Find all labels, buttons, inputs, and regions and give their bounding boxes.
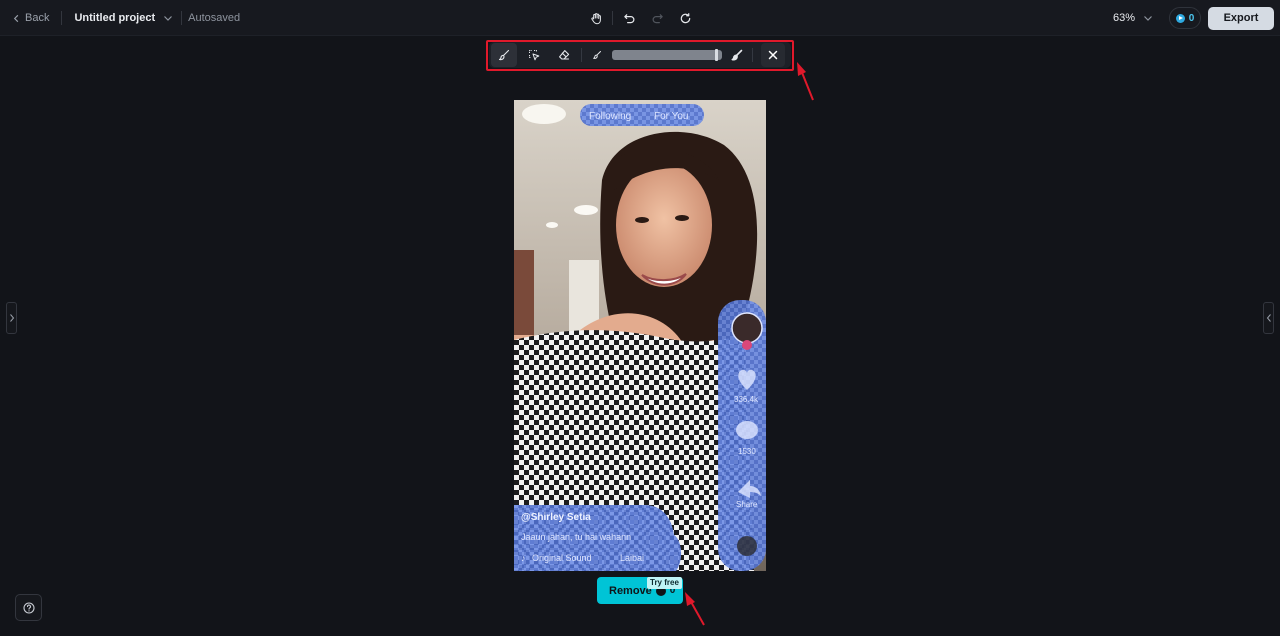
brush-toolbar: [489, 42, 791, 68]
brush-size-slider[interactable]: [612, 49, 722, 61]
brush-icon: [498, 49, 510, 61]
hand-tool-button[interactable]: [586, 8, 606, 28]
chevron-left-icon: [1266, 314, 1271, 322]
credits-badge[interactable]: 0: [1169, 7, 1201, 29]
close-brush-toolbar-button[interactable]: [761, 43, 785, 67]
face: [616, 163, 712, 287]
overlay-tab-following: Following: [589, 111, 631, 122]
overlay-sound-artist: Laibai: [620, 553, 644, 563]
export-button[interactable]: Export: [1208, 6, 1274, 30]
brush-large-icon: [731, 49, 743, 61]
chevron-down-icon: [1144, 16, 1152, 21]
annotation-arrow: [797, 62, 814, 101]
eraser-icon: [559, 50, 570, 60]
question-icon: [22, 601, 35, 614]
brush-tool-button[interactable]: [491, 43, 517, 67]
follow-plus-icon: [742, 340, 752, 350]
top-bar-left: Back Untitled project Autosaved: [12, 0, 240, 36]
redo-button[interactable]: [647, 8, 667, 28]
ceiling-light: [574, 205, 598, 215]
chevron-left-icon: [13, 14, 19, 22]
select-area-icon: [529, 50, 540, 61]
zoom-dropdown[interactable]: 63%: [1113, 12, 1153, 24]
back-label: Back: [25, 12, 50, 24]
eye: [635, 217, 649, 223]
project-title-dropdown[interactable]: Untitled project: [74, 12, 173, 24]
ceiling-light: [522, 104, 566, 124]
ceiling-light: [546, 222, 558, 228]
divider: [581, 48, 582, 62]
redo-icon: [652, 13, 663, 23]
avatar: [731, 312, 763, 344]
remove-label: Remove: [609, 584, 652, 597]
project-title: Untitled project: [74, 12, 156, 24]
chevron-down-icon: [164, 16, 173, 21]
zoom-level: 63%: [1112, 12, 1135, 24]
comments-count: 1530: [738, 447, 756, 456]
try-free-badge: Try free: [647, 577, 682, 589]
credits-coin-icon: [1175, 13, 1185, 23]
comment-icon: [736, 421, 758, 439]
overlay-sound: Original Sound: [532, 553, 592, 563]
annotation-arrow: [685, 592, 705, 626]
divider: [612, 11, 613, 25]
canvas-image[interactable]: Following For You 336.4k 1530 Share @Shi…: [514, 100, 766, 571]
area-select-tool-button[interactable]: [521, 43, 547, 67]
divider: [752, 48, 753, 62]
refresh-icon: [680, 12, 690, 23]
autosave-status: Autosaved: [188, 12, 241, 24]
chevron-right-icon: [9, 314, 14, 322]
reset-button[interactable]: [675, 8, 695, 28]
video-frame: Following For You 336.4k 1530 Share @Shi…: [514, 100, 766, 571]
undo-button[interactable]: [619, 8, 639, 28]
overlay-caption: Jaaun jahan, tu hai wahann: [521, 532, 631, 542]
divider: [181, 11, 183, 25]
left-panel-toggle[interactable]: [6, 302, 17, 334]
top-bar: Back Untitled project Autosaved 63% 0 Ex…: [0, 0, 1280, 36]
slider-handle[interactable]: [714, 49, 718, 61]
overlay-tab-for-you: For You: [654, 111, 688, 122]
top-bar-right: 63% 0 Export: [1113, 0, 1274, 36]
help-button[interactable]: [15, 594, 42, 621]
eraser-tool-button[interactable]: [551, 43, 577, 67]
close-icon: [768, 50, 778, 60]
brush-size-small-button[interactable]: [586, 43, 608, 67]
share-label: Share: [736, 500, 758, 509]
divider: [61, 11, 63, 25]
music-note-icon: ♪: [521, 553, 526, 563]
history-controls: [586, 0, 695, 36]
hand-icon: [590, 12, 601, 24]
brush-small-icon: [593, 51, 601, 59]
back-button[interactable]: Back: [12, 12, 49, 24]
brush-size-large-button[interactable]: [726, 43, 748, 67]
right-panel-toggle[interactable]: [1263, 302, 1274, 334]
overlay-username: @Shirley Setia: [521, 512, 591, 523]
eye: [675, 215, 689, 221]
undo-icon: [623, 13, 634, 23]
music-disc-icon: [737, 536, 757, 556]
credits-count: 0: [1188, 12, 1195, 24]
likes-count: 336.4k: [734, 395, 759, 404]
